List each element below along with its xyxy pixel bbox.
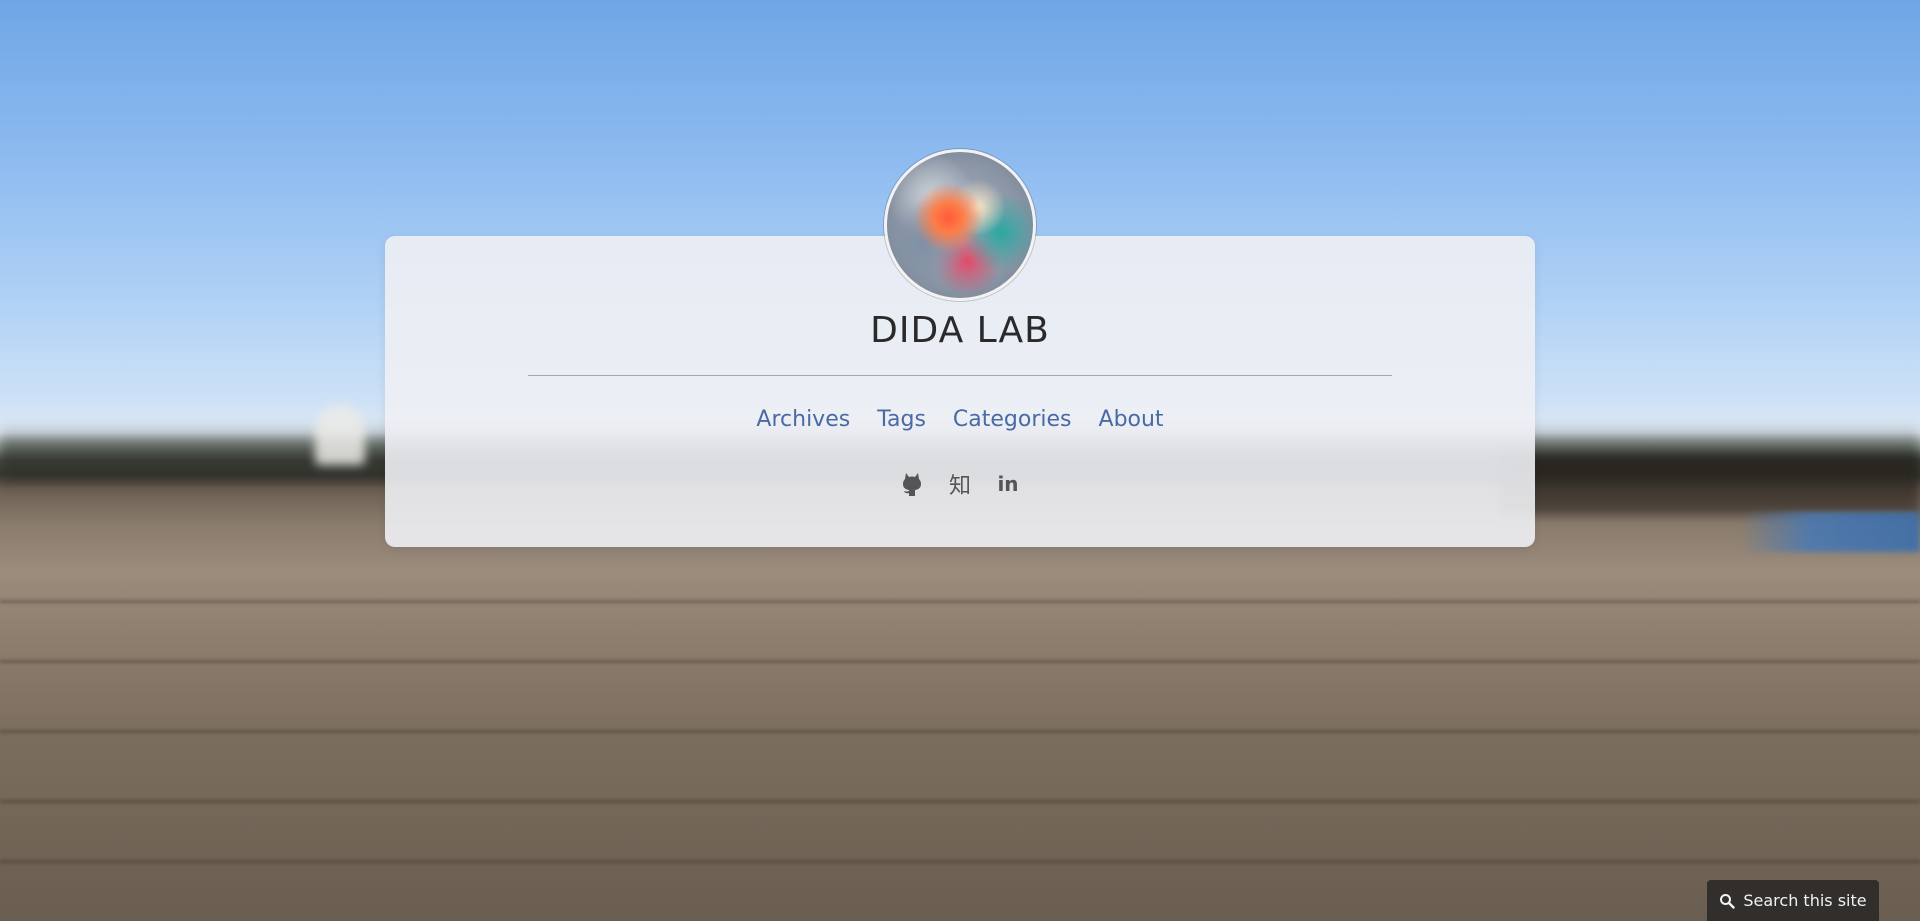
main-nav: Archives Tags Categories About <box>385 407 1535 432</box>
nav-categories-link[interactable]: Categories <box>953 407 1072 432</box>
zhihu-icon[interactable]: 知 <box>948 470 972 499</box>
deck-plank-line <box>0 600 1920 603</box>
page: DIDA LAB Archives Tags Categories About … <box>0 0 1920 921</box>
nav-about-link[interactable]: About <box>1099 407 1164 432</box>
background-boat <box>315 405 365 465</box>
nav-archives-link[interactable]: Archives <box>756 407 850 432</box>
avatar[interactable] <box>884 149 1036 301</box>
deck-plank-line <box>0 730 1920 733</box>
deck-plank-line <box>0 800 1920 803</box>
github-icon[interactable] <box>900 470 924 498</box>
github-icon-svg <box>903 473 921 496</box>
nav-tags-link[interactable]: Tags <box>877 407 926 432</box>
background-water <box>1740 512 1920 552</box>
search-icon <box>1720 893 1736 909</box>
linkedin-icon[interactable]: in <box>996 470 1020 498</box>
background-pier <box>1500 455 1920 515</box>
deck-plank-line <box>0 860 1920 863</box>
deck-plank-line <box>0 660 1920 663</box>
search-button[interactable]: Search this site <box>1707 880 1879 921</box>
site-title[interactable]: DIDA LAB <box>385 310 1535 351</box>
search-button-label: Search this site <box>1743 891 1867 910</box>
social-links: 知 in <box>385 470 1535 499</box>
divider <box>528 375 1392 376</box>
